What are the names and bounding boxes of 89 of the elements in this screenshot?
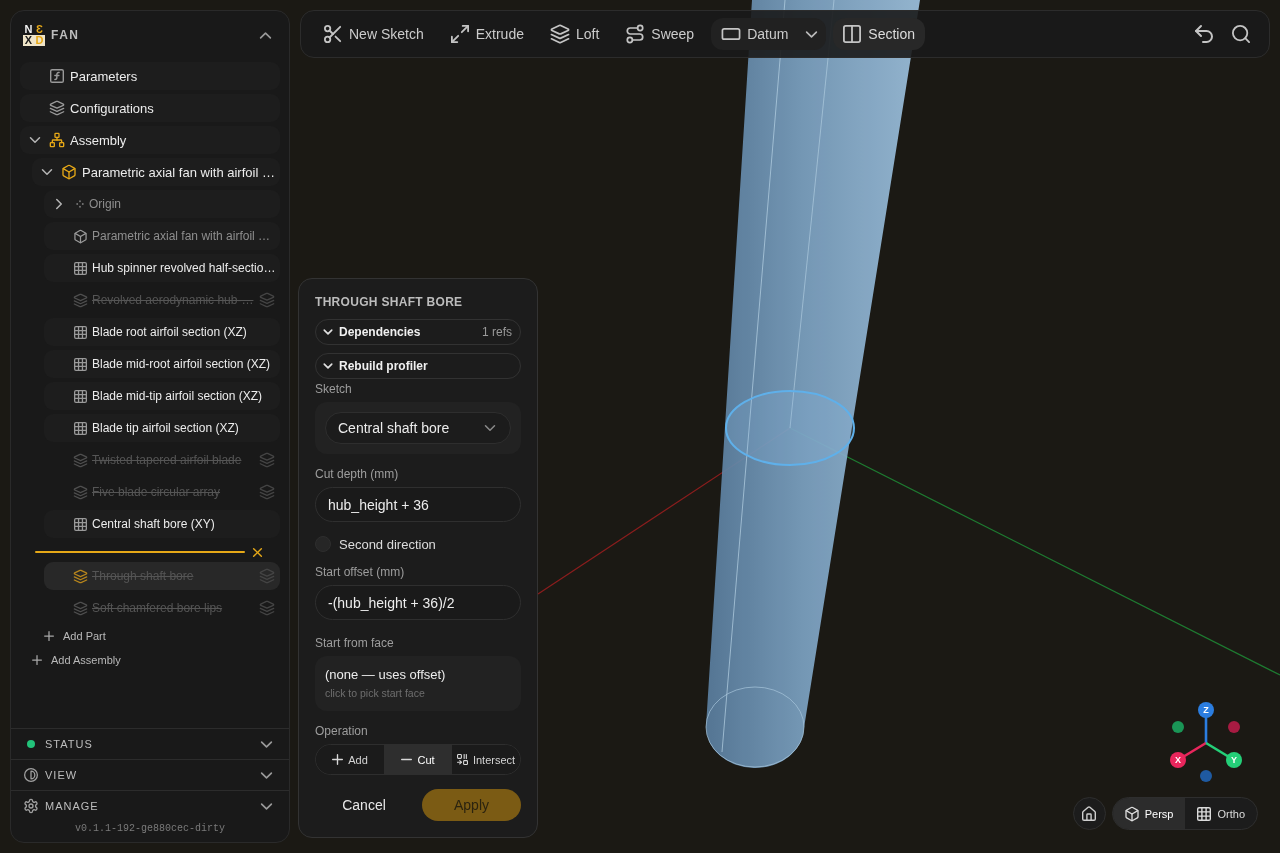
tree-item[interactable]: Blade mid-root airfoil section (XZ) [44,350,280,378]
grid-icon [74,517,87,531]
axis-dot-icon[interactable] [1228,721,1240,733]
layers-icon [50,101,64,115]
app-logo: N Ɛ X D [23,24,45,46]
version-label: v0.1.1-192-ge880cec-dirty [74,822,226,836]
add-action[interactable]: Add Assembly [32,650,280,670]
axis-handle[interactable]: X [1170,752,1186,768]
panel-title: THROUGH SHAFT BORE [315,295,464,309]
field-label: Start from face [315,637,395,650]
grid-icon [74,389,87,403]
layers-icon [74,293,87,307]
tool-button[interactable]: Loft [540,18,610,50]
tool-button[interactable]: Sweep [616,18,705,50]
cube-icon [62,165,76,179]
function-icon [50,69,64,83]
home-button[interactable] [1072,797,1106,830]
tree-item[interactable]: Configurations [20,94,280,122]
cube-icon [74,229,87,243]
plus-icon [332,754,344,765]
diagonal-arrows-icon [450,25,469,43]
chevron-down-icon [323,361,333,371]
field-label: Cut depth (mm) [315,468,400,481]
close-icon[interactable] [253,547,262,557]
view-gizmo[interactable]: Z X Y [1170,702,1242,784]
layers-icon [74,569,87,583]
tree-item[interactable]: Central shaft bore (XY) [44,510,280,538]
tree-item[interactable]: Blade mid-tip airfoil section (XZ) [44,382,280,410]
search-icon [1232,25,1250,43]
squares-icon [456,754,468,765]
input-field[interactable]: -(hub_height + 36)/2 [315,585,521,620]
settings-icon [24,799,38,813]
axis-dot-icon[interactable] [1172,721,1184,733]
tree-item[interactable]: Origin [44,190,280,218]
checkbox-label: Second direction [339,536,436,552]
status-section[interactable]: STATUS [11,728,289,759]
tool-button[interactable]: Section [833,18,926,50]
scissors-icon [324,25,342,43]
field-label: Sketch [315,383,353,396]
tool-button[interactable]: Extrude [440,18,534,50]
grid-icon [1197,806,1212,821]
field-label: Operation [315,725,369,738]
layers-icon [74,453,87,467]
plus-icon [44,631,54,641]
layers-icon [74,601,87,615]
view-section[interactable]: VIEW [11,759,289,790]
grid-icon [74,325,87,339]
manage-section[interactable]: MANAGE [11,790,289,821]
tree-item[interactable]: Assembly [20,126,280,154]
plus-icon [32,655,42,665]
undo-icon [1195,25,1213,43]
axis-handle[interactable]: Z [1198,702,1214,718]
half-circle-icon [24,768,38,782]
field-label: Start offset (mm) [315,566,406,579]
add-action[interactable]: Add Part [44,626,280,646]
chevron-down-icon [484,422,496,434]
rectangle-icon [722,25,741,43]
view-mode-tab[interactable]: Persp [1112,798,1186,829]
dots-icon [76,200,84,208]
face-picker[interactable]: (none — uses offset) click to pick start face [315,656,521,711]
chevron-down-icon [323,327,333,337]
axis-dot-icon[interactable] [1200,770,1212,782]
layers-icon [74,485,87,499]
segment-option[interactable]: Cut [384,745,452,774]
home-icon [1082,806,1097,821]
grid-icon [74,421,87,435]
hierarchy-icon [50,133,64,147]
route-icon [626,25,645,43]
tree-item[interactable]: Parameters [20,62,280,90]
tool-button[interactable]: Datum [711,18,797,50]
split-square-icon [843,25,862,43]
layers-icon [550,25,569,43]
tool-button[interactable]: New Sketch [314,18,434,50]
view-mode-tab[interactable]: Ortho [1185,798,1257,829]
tree-item[interactable]: Parametric axial fan with airfoil … [44,222,280,250]
cancel-button[interactable]: Cancel [315,789,413,821]
grid-icon [74,357,87,371]
tree-item[interactable]: Parametric axial fan with airfoil … [32,158,280,186]
chevron-down-icon[interactable] [29,134,41,146]
project-name: FAN [51,28,80,42]
chevron-down-icon[interactable] [41,166,53,178]
grid-icon [74,261,87,275]
tree-item[interactable]: Blade root airfoil section (XZ) [44,318,280,346]
tree-item[interactable]: Blade tip airfoil section (XZ) [44,414,280,442]
chevron-right-icon[interactable] [53,198,65,210]
select-field[interactable]: Central shaft bore [325,412,511,444]
cube-icon [1124,806,1139,821]
input-field[interactable]: hub_height + 36 [315,487,521,522]
tree-item[interactable]: Hub spinner revolved half-sectio… [44,254,280,282]
